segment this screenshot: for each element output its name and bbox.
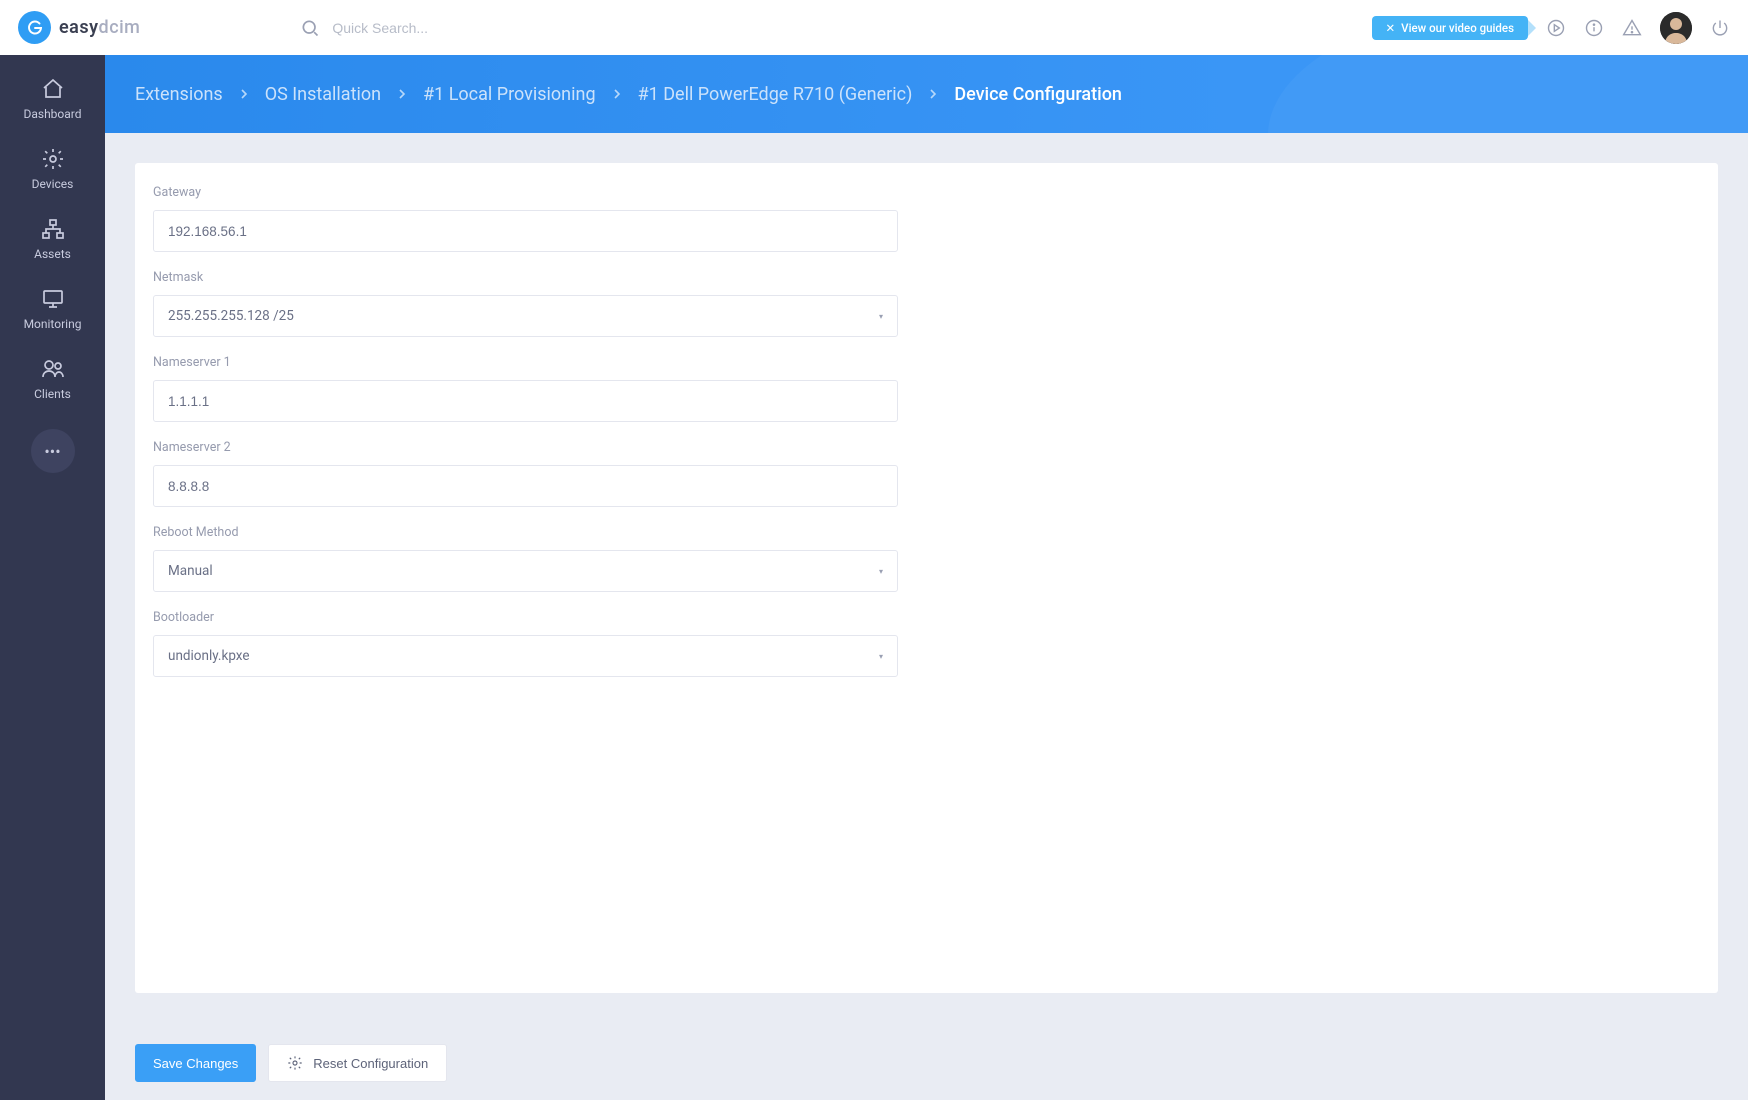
netmask-label: Netmask <box>153 270 898 285</box>
netmask-select[interactable]: 255.255.255.128 /25 ▾ <box>153 295 898 337</box>
netmask-value: 255.255.255.128 /25 <box>168 308 294 324</box>
sidebar-item-label: Clients <box>34 387 71 401</box>
sidebar-item-label: Dashboard <box>23 107 81 121</box>
bootloader-value: undionly.kpxe <box>168 648 250 664</box>
gear-icon <box>41 147 65 171</box>
nameserver2-label: Nameserver 2 <box>153 440 898 455</box>
breadcrumb-item[interactable]: Extensions <box>135 84 223 105</box>
breadcrumb-item[interactable]: #1 Dell PowerEdge R710 (Generic) <box>638 84 913 105</box>
nameserver2-input[interactable] <box>153 465 898 507</box>
reboot-method-value: Manual <box>168 563 213 579</box>
avatar[interactable] <box>1660 12 1692 44</box>
search-input[interactable] <box>332 20 592 36</box>
sidebar-item-label: Assets <box>34 247 71 261</box>
chevron-right-icon <box>239 89 249 99</box>
home-icon <box>41 77 65 101</box>
monitor-icon <box>41 287 65 311</box>
chevron-right-icon <box>928 89 938 99</box>
gateway-input[interactable] <box>153 210 898 252</box>
gateway-label: Gateway <box>153 185 898 200</box>
breadcrumb-current: Device Configuration <box>954 84 1122 105</box>
chevron-right-icon <box>612 89 622 99</box>
chevron-down-icon: ▾ <box>879 567 883 576</box>
form-card: Gateway Netmask 255.255.255.128 /25 ▾ Na… <box>135 163 1718 993</box>
info-icon[interactable] <box>1584 18 1604 38</box>
breadcrumb: Extensions OS Installation #1 Local Prov… <box>105 55 1748 133</box>
sidebar-item-label: Monitoring <box>24 317 82 331</box>
save-button[interactable]: Save Changes <box>135 1044 256 1082</box>
sidebar-more-button[interactable]: ••• <box>31 429 75 473</box>
quick-search[interactable] <box>300 18 592 38</box>
bootloader-label: Bootloader <box>153 610 898 625</box>
actions-bar: Save Changes Reset Configuration <box>105 1026 1748 1100</box>
video-guides-button[interactable]: ✕ View our video guides <box>1372 16 1528 40</box>
alert-icon[interactable] <box>1622 18 1642 38</box>
hierarchy-icon <box>41 217 65 241</box>
power-icon[interactable] <box>1710 18 1730 38</box>
chevron-down-icon: ▾ <box>879 312 883 321</box>
logo-mark-icon <box>18 11 51 44</box>
chevron-right-icon <box>397 89 407 99</box>
reset-button[interactable]: Reset Configuration <box>268 1044 447 1082</box>
sidebar: Dashboard Devices Assets Monitoring Clie… <box>0 55 105 1100</box>
close-icon: ✕ <box>1386 21 1396 35</box>
reboot-method-label: Reboot Method <box>153 525 898 540</box>
reboot-method-select[interactable]: Manual ▾ <box>153 550 898 592</box>
chevron-down-icon: ▾ <box>879 652 883 661</box>
video-guides-label: View our video guides <box>1401 21 1514 35</box>
search-icon <box>300 18 320 38</box>
reset-label: Reset Configuration <box>313 1056 428 1071</box>
top-bar: easydcim ✕ View our video guides <box>0 0 1748 55</box>
bootloader-select[interactable]: undionly.kpxe ▾ <box>153 635 898 677</box>
gear-icon <box>287 1055 303 1071</box>
users-icon <box>41 357 65 381</box>
breadcrumb-item[interactable]: OS Installation <box>265 84 381 105</box>
logo-text: easydcim <box>59 17 140 38</box>
nameserver1-label: Nameserver 1 <box>153 355 898 370</box>
sidebar-item-dashboard[interactable]: Dashboard <box>0 73 105 125</box>
ellipsis-icon: ••• <box>44 442 60 461</box>
nameserver1-input[interactable] <box>153 380 898 422</box>
sidebar-item-monitoring[interactable]: Monitoring <box>0 283 105 335</box>
play-icon[interactable] <box>1546 18 1566 38</box>
sidebar-item-devices[interactable]: Devices <box>0 143 105 195</box>
logo[interactable]: easydcim <box>18 11 140 44</box>
breadcrumb-item[interactable]: #1 Local Provisioning <box>423 84 596 105</box>
sidebar-item-label: Devices <box>32 177 74 191</box>
sidebar-item-assets[interactable]: Assets <box>0 213 105 265</box>
sidebar-item-clients[interactable]: Clients <box>0 353 105 405</box>
